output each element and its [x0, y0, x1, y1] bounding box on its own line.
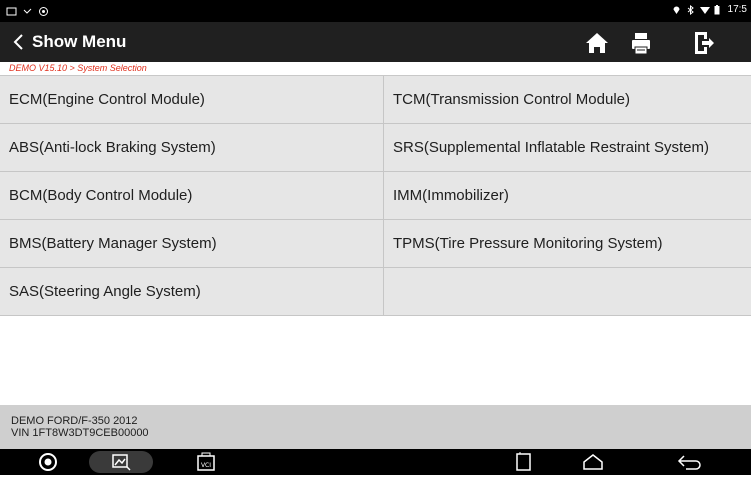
back-button[interactable]: Show Menu	[12, 30, 126, 54]
system-item-bms[interactable]: BMS(Battery Manager System)	[0, 220, 384, 268]
wifi-icon	[699, 5, 710, 15]
breadcrumb: DEMO V15.10 > System Selection	[0, 62, 751, 75]
system-item-abs[interactable]: ABS(Anti-lock Braking System)	[0, 124, 384, 172]
vehicle-info-bar: DEMO FORD/F-350 2012 VIN 1FT8W3DT9CEB000…	[0, 405, 751, 449]
usb-icon	[22, 4, 33, 15]
system-item-empty	[384, 268, 751, 316]
status-bar: 17:5	[0, 0, 751, 22]
top-toolbar: Show Menu	[0, 22, 751, 62]
battery-icon	[714, 4, 723, 15]
screenshot-button[interactable]	[89, 451, 153, 473]
app-home-icon[interactable]	[36, 452, 60, 472]
status-left-icons	[6, 4, 49, 16]
vehicle-vin: VIN 1FT8W3DT9CEB00000	[11, 427, 149, 439]
system-item-bcm[interactable]: BCM(Body Control Module)	[0, 172, 384, 220]
settings-icon	[38, 4, 49, 16]
breadcrumb-text: DEMO V15.10 > System Selection	[9, 63, 147, 73]
chevron-left-icon	[12, 32, 26, 52]
vci-icon[interactable]: VCI	[194, 452, 218, 472]
android-back-icon[interactable]	[676, 452, 702, 472]
vci-label: VCI	[201, 462, 211, 469]
exit-icon[interactable]	[690, 30, 716, 56]
bluetooth-icon	[686, 4, 695, 15]
screenshot-icon	[112, 454, 131, 471]
home-icon[interactable]	[584, 30, 610, 56]
notification-icon	[6, 4, 17, 16]
location-icon	[672, 5, 681, 15]
status-time: 17:5	[727, 4, 747, 15]
vehicle-model: DEMO FORD/F-350 2012	[11, 415, 138, 427]
system-item-srs[interactable]: SRS(Supplemental Inflatable Restraint Sy…	[384, 124, 751, 172]
system-item-imm[interactable]: IMM(Immobilizer)	[384, 172, 751, 220]
system-item-tpms[interactable]: TPMS(Tire Pressure Monitoring System)	[384, 220, 751, 268]
system-item-sas[interactable]: SAS(Steering Angle System)	[0, 268, 384, 316]
page-title: Show Menu	[32, 32, 127, 51]
system-item-ecm[interactable]: ECM(Engine Control Module)	[0, 76, 384, 124]
recent-apps-icon[interactable]	[512, 451, 536, 472]
system-grid: ECM(Engine Control Module) TCM(Transmiss…	[0, 75, 751, 316]
print-icon[interactable]	[628, 30, 654, 56]
android-home-icon[interactable]	[580, 452, 606, 472]
system-item-tcm[interactable]: TCM(Transmission Control Module)	[384, 76, 751, 124]
status-right-icons: 17:5	[672, 4, 747, 15]
navigation-bar: VCI	[0, 449, 751, 475]
